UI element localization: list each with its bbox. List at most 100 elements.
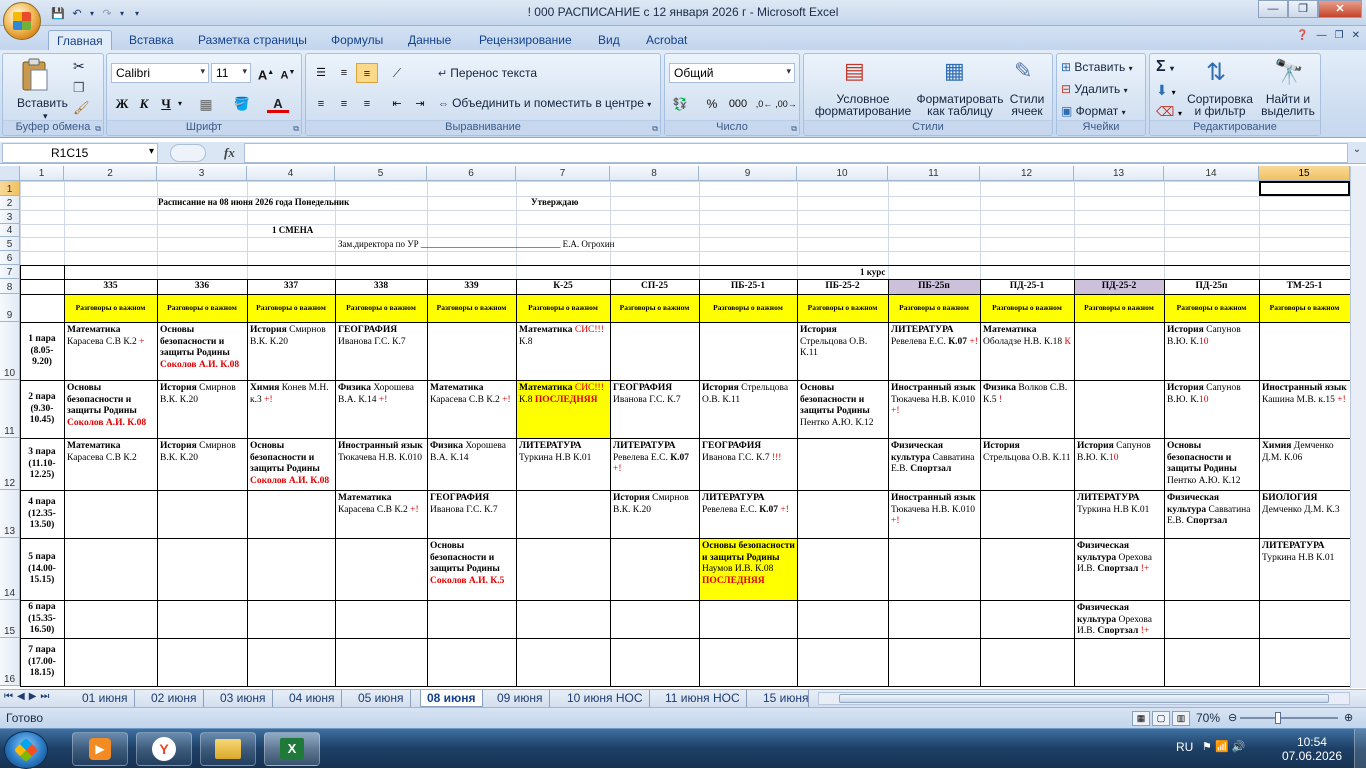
lesson-cell[interactable]: Основы безопасности и защиты Родины Пентк… [798,381,888,438]
fill-icon[interactable]: ⬇ ▾ [1156,82,1176,99]
column-header[interactable]: 7 [516,166,610,181]
lesson-cell[interactable]: Основы безопасности и защиты Родины Сокол… [158,323,247,380]
talks-cell[interactable]: Разговоры о важном [1074,294,1164,322]
approve-label[interactable]: Утверждаю [531,197,578,207]
conditional-format-icon[interactable]: ▤ [844,58,865,84]
column-header[interactable]: 14 [1164,166,1259,181]
lesson-cell[interactable]: Математика Карасева С.В К.2 [65,439,157,490]
italic-button[interactable]: К [133,94,155,114]
lesson-cell[interactable]: Химия Конев М.Н. к.3 +! [248,381,335,438]
office-button[interactable] [3,2,41,40]
taskbar-excel[interactable]: X [264,732,320,766]
next-sheet-icon[interactable]: ▶ [29,691,37,702]
align-top-icon[interactable]: ☰ [310,63,332,83]
group-header[interactable]: ПД-25-1 [980,279,1074,294]
row-header[interactable]: 2 [0,196,20,210]
lesson-cell[interactable]: ГЕОГРАФИЯ Иванова Г.С. К.7 !!! [700,439,797,490]
talks-cell[interactable]: Разговоры о важном [335,294,427,322]
row-header[interactable]: 15 [0,600,20,638]
increase-indent-icon[interactable]: ⇥ [409,94,431,114]
row-header[interactable]: 14 [0,538,20,600]
group-header[interactable]: ПБ-25-2 [797,279,888,294]
sort-filter-button[interactable]: Сортировка и фильтр [1184,93,1256,117]
lesson-cell[interactable]: Физика Хорошева В.А. К.14 [428,439,516,490]
alignment-launcher-icon[interactable]: ⧉ [652,124,658,134]
group-header[interactable]: 336 [157,279,247,294]
network-icon[interactable]: 📶 [1215,741,1229,753]
find-select-button[interactable]: Найти и выделить [1256,93,1320,117]
group-header[interactable]: К-25 [516,279,610,294]
maximize-button[interactable]: ❐ [1288,0,1318,18]
talks-cell[interactable]: Разговоры о важном [427,294,516,322]
font-launcher-icon[interactable]: ⧉ [293,124,299,134]
lesson-cell[interactable]: История Сапунов В.Ю. К.10 [1165,323,1259,380]
talks-cell[interactable]: Разговоры о важном [1164,294,1259,322]
decrease-decimal-icon[interactable]: ,00→ [775,94,797,114]
sheet-tab[interactable]: 08 июня [420,690,483,707]
tab-view[interactable]: Вид [590,30,628,50]
group-header[interactable]: ПБ-25-1 [699,279,797,294]
copy-icon[interactable]: ❐ [73,80,85,96]
align-left-icon[interactable]: ≡ [310,94,332,114]
column-header[interactable]: 11 [888,166,980,181]
column-header[interactable]: 1 [20,166,64,181]
talks-cell[interactable]: Разговоры о важном [247,294,335,322]
pair-label[interactable]: 5 пара (14.00-15.15) [21,539,63,600]
group-header[interactable]: ПД-25п [1164,279,1259,294]
normal-view-icon[interactable]: ▦ [1132,711,1150,726]
lesson-cell[interactable]: История Стрельцова О.В. К.11 [700,381,797,438]
deputy-signature[interactable]: Зам.директора по УР ____________________… [338,239,614,249]
row-header[interactable]: 12 [0,438,20,490]
lesson-cell[interactable]: Иностранный язык Тюкачева Н.В. К.010 [336,439,427,490]
horizontal-scrollbar[interactable] [818,692,1350,705]
lesson-cell[interactable]: БИОЛОГИЯ Демченко Д.М. К.3 [1260,491,1350,538]
start-button[interactable] [4,731,48,769]
sheet-tab[interactable]: 15 июня [757,690,809,707]
tab-data[interactable]: Данные [400,30,459,50]
column-header[interactable]: 13 [1074,166,1164,181]
row-header[interactable]: 7 [0,265,20,279]
sheet-tab[interactable]: 09 июня [491,690,550,707]
grow-font-icon[interactable]: A▲ [255,63,277,83]
column-header[interactable]: 2 [64,166,157,181]
pair-label[interactable]: 1 пара (8.05-9.20) [21,323,63,380]
lesson-cell[interactable]: История Стрельцова О.В. К.11 [981,439,1074,490]
lesson-cell[interactable]: Основы безопасности и защиты Родины Сокол… [248,439,335,490]
font-color-icon[interactable]: A [267,94,289,113]
paste-button[interactable]: Вставить [17,96,68,110]
currency-icon[interactable]: 💱 [669,94,691,114]
help-icon[interactable]: ❓ [1296,30,1308,41]
tab-acrobat[interactable]: Acrobat [638,30,695,50]
prev-sheet-icon[interactable]: ◀ [17,691,25,702]
align-middle-icon[interactable]: ≡ [333,63,355,83]
clear-icon[interactable]: ⌫ ▾ [1156,104,1182,120]
row-header[interactable]: 13 [0,490,20,538]
formula-input[interactable] [244,143,1348,163]
lesson-cell[interactable]: ЛИТЕРАТУРА Туркина Н.В К.01 [1075,491,1164,538]
column-header[interactable]: 10 [797,166,888,181]
wrap-text-button[interactable]: ↵ Перенос текста [438,66,537,80]
flag-tray-icon[interactable]: ⚑ [1202,741,1212,753]
lesson-cell[interactable]: Физика Хорошева В.А. К.14 +! [336,381,427,438]
format-cells-button[interactable]: ▣ Формат ▾ [1061,104,1126,118]
sheet-tab[interactable]: 04 июня [283,690,342,707]
column-header[interactable]: 6 [427,166,516,181]
sheet-tab[interactable]: 10 июня НОС [561,690,650,707]
increase-decimal-icon[interactable]: ,0← [753,94,775,114]
lesson-cell[interactable]: Иностранный язык Кашина М.В. к.15 +! [1260,381,1350,438]
format-as-table-button[interactable]: Форматировать как таблицу [910,93,1010,117]
underline-dropdown-icon[interactable]: ▾ [175,94,185,114]
lesson-cell[interactable]: ЛИТЕРАТУРА Ревелева Е.С. К.07 +! [889,323,980,380]
tab-review[interactable]: Рецензирование [471,30,580,50]
fill-color-icon[interactable]: 🪣 [231,94,253,114]
tab-home[interactable]: Главная [48,30,112,50]
shift-label[interactable]: 1 СМЕНА [272,225,313,235]
close-button[interactable]: ✕ [1318,0,1362,18]
minimize-button[interactable]: — [1258,0,1288,18]
zoom-slider-thumb[interactable] [1275,712,1281,724]
talks-cell[interactable]: Разговоры о важном [610,294,699,322]
lesson-cell[interactable]: ГЕОГРАФИЯ Иванова Г.С. К.7 [611,381,699,438]
column-header[interactable]: 4 [247,166,335,181]
paste-icon[interactable] [19,58,53,94]
course-label[interactable]: 1 курс [860,267,885,277]
